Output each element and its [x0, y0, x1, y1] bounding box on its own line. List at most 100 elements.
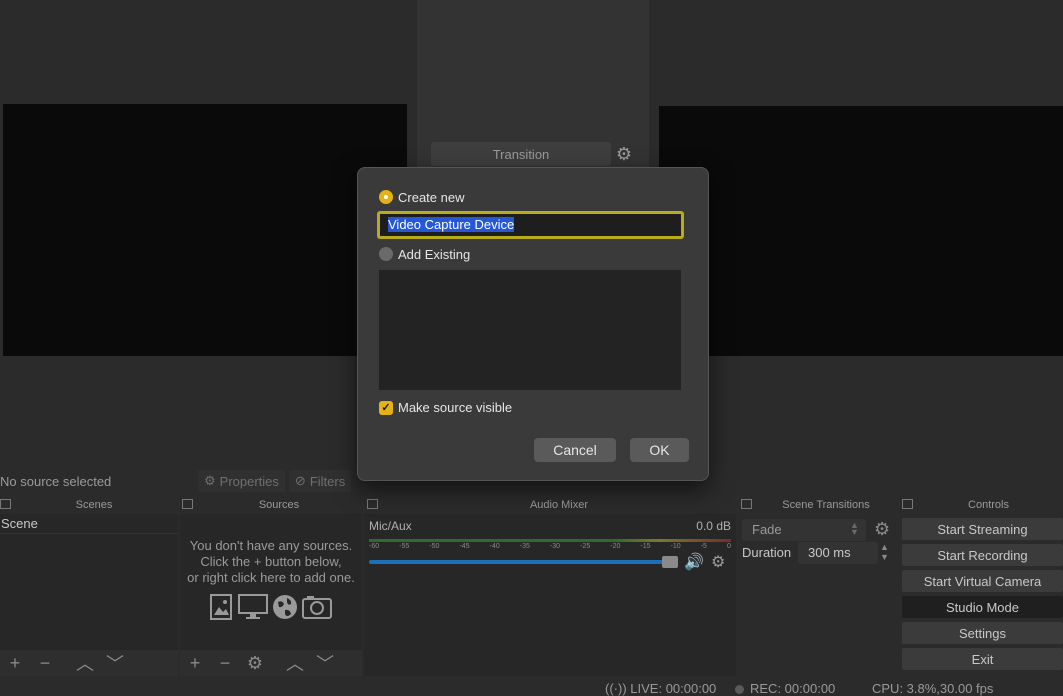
move-down-icon[interactable]: ﹀	[100, 651, 130, 675]
transition-gear-icon[interactable]: ⚙	[874, 519, 890, 540]
scale-tick: -45	[459, 543, 470, 550]
sources-dock[interactable]: You don't have any sources. Click the + …	[180, 514, 362, 676]
scenes-dock: Scene + − ︿ ﹀	[0, 514, 178, 676]
audio-mixer-title: Audio Mixer	[529, 499, 589, 511]
mixer-channel-name: Mic/Aux	[369, 519, 412, 533]
preview-display[interactable]	[3, 104, 407, 356]
speaker-icon[interactable]: 🔊	[684, 552, 704, 572]
move-up-icon[interactable]: ︿	[280, 651, 310, 675]
sources-toolbar: + − ⚙ ︿ ﹀	[180, 650, 362, 676]
duration-input[interactable]: 300 ms	[798, 542, 878, 564]
volume-slider[interactable]	[369, 560, 674, 564]
move-up-icon[interactable]: ︿	[70, 651, 100, 675]
float-icon[interactable]	[902, 499, 913, 509]
transition-select[interactable]: Fade	[742, 519, 866, 541]
create-new-radio[interactable]	[379, 190, 393, 204]
scene-transitions-title: Scene Transitions	[782, 499, 870, 511]
program-display[interactable]	[659, 106, 1063, 356]
scale-tick: -5	[700, 543, 707, 550]
ok-button[interactable]: OK	[630, 438, 689, 462]
scale-tick: -35	[519, 543, 530, 550]
gear-icon: ⚙	[204, 473, 216, 488]
empty-line: Click the + button below,	[200, 554, 342, 569]
scale-tick: -30	[549, 543, 561, 550]
add-existing-label[interactable]: Add Existing	[398, 247, 470, 262]
globe-icon	[273, 595, 297, 619]
dock-headers: Scenes Sources Audio Mixer Scene Transit…	[0, 496, 1063, 514]
remove-source-icon[interactable]: −	[210, 651, 240, 675]
create-new-label[interactable]: Create new	[398, 190, 464, 205]
filter-icon: ⊘	[294, 473, 306, 488]
chevron-updown-icon: ▲ ▼	[850, 520, 859, 537]
make-visible-checkbox[interactable]: ✓	[379, 401, 393, 415]
remove-scene-icon[interactable]: −	[30, 651, 60, 675]
empty-line: You don't have any sources.	[189, 538, 353, 553]
no-source-label: No source selected	[0, 473, 112, 489]
scale-tick: -15	[640, 543, 651, 550]
scale-tick: -60	[369, 543, 380, 550]
settings-button[interactable]: Settings	[902, 622, 1063, 644]
add-existing-radio[interactable]	[379, 247, 393, 261]
source-name-value: Video Capture Device	[388, 217, 515, 232]
cancel-button[interactable]: Cancel	[534, 438, 616, 462]
duration-label: Duration	[742, 545, 792, 560]
rec-time: REC: 00:00:00	[750, 681, 836, 696]
start-streaming-button[interactable]: Start Streaming	[902, 518, 1063, 540]
cpu-status: CPU: 3.8%,30.00 fps	[872, 681, 994, 696]
add-source-dialog: Create new Video Capture Device Add Exis…	[357, 167, 709, 481]
volume-meter: -60 -55 -50 -45 -40 -35 -30 -25 -20 -15 …	[369, 539, 731, 553]
filters-button[interactable]: ⊘ Filters	[288, 470, 352, 492]
scenes-toolbar: + − ︿ ﹀	[0, 650, 178, 676]
source-name-input[interactable]: Video Capture Device	[377, 211, 684, 239]
start-virtual-camera-button[interactable]: Start Virtual Camera	[902, 570, 1063, 592]
record-dot-icon	[735, 685, 744, 695]
add-scene-icon[interactable]: +	[0, 651, 30, 675]
scale-tick: -20	[610, 543, 621, 550]
make-visible-label[interactable]: Make source visible	[398, 400, 512, 415]
scenes-title: Scenes	[75, 499, 113, 511]
sources-empty-message: You don't have any sources. Click the + …	[180, 538, 362, 586]
source-type-icons	[210, 594, 332, 620]
scene-transitions-dock: Fade ▲ ▼ ⚙ Duration 300 ms ▲ ▼	[738, 514, 900, 676]
mixer-gear-icon[interactable]: ⚙	[711, 552, 725, 572]
camera-icon	[302, 596, 332, 619]
source-settings-icon[interactable]: ⚙	[240, 651, 270, 675]
properties-label: Properties	[219, 473, 279, 489]
start-recording-button[interactable]: Start Recording	[902, 544, 1063, 566]
studio-mode-button[interactable]: Studio Mode	[902, 596, 1063, 618]
live-status: ((·)) LIVE: 00:00:00	[605, 681, 716, 696]
float-icon[interactable]	[367, 499, 378, 509]
live-time: LIVE: 00:00:00	[630, 681, 717, 696]
controls-dock: Start Streaming Start Recording Start Vi…	[902, 514, 1063, 676]
mixer-level: 0.0 dB	[696, 519, 731, 533]
broadcast-icon: ((·))	[605, 681, 627, 696]
status-bar: ((·)) LIVE: 00:00:00 REC: 00:00:00 CPU: …	[0, 678, 1063, 696]
monitor-icon	[238, 594, 268, 619]
filters-label: Filters	[309, 473, 346, 489]
image-icon	[210, 594, 232, 620]
empty-line: or right click here to add one.	[187, 570, 355, 585]
float-icon[interactable]	[182, 499, 193, 509]
exit-button[interactable]: Exit	[902, 648, 1063, 670]
existing-sources-list[interactable]	[379, 270, 681, 390]
volume-slider-thumb[interactable]	[662, 556, 678, 568]
scale-tick: -10	[670, 543, 681, 550]
scale-tick: -50	[429, 543, 440, 550]
float-icon[interactable]	[741, 499, 752, 509]
duration-stepper-icon[interactable]: ▲ ▼	[880, 542, 889, 562]
rec-status: REC: 00:00:00	[735, 681, 835, 696]
scale-tick: -40	[489, 543, 500, 550]
controls-title: Controls	[968, 499, 1009, 511]
move-down-icon[interactable]: ﹀	[310, 651, 340, 675]
properties-button[interactable]: ⚙ Properties	[198, 470, 285, 492]
scale-tick: -25	[580, 543, 591, 550]
audio-mixer-dock: Mic/Aux 0.0 dB -60 -55 -50 -45 -40 -35 -…	[364, 514, 736, 676]
transition-gear-icon[interactable]: ⚙	[614, 145, 634, 165]
transition-button[interactable]: Transition	[431, 142, 611, 166]
scale-tick: -55	[399, 543, 410, 550]
meter-bar	[369, 539, 731, 542]
scale-tick: 0	[726, 543, 731, 550]
add-source-icon[interactable]: +	[180, 651, 210, 675]
scene-list-item[interactable]: Scene	[0, 514, 178, 534]
sources-title: Sources	[258, 499, 300, 511]
